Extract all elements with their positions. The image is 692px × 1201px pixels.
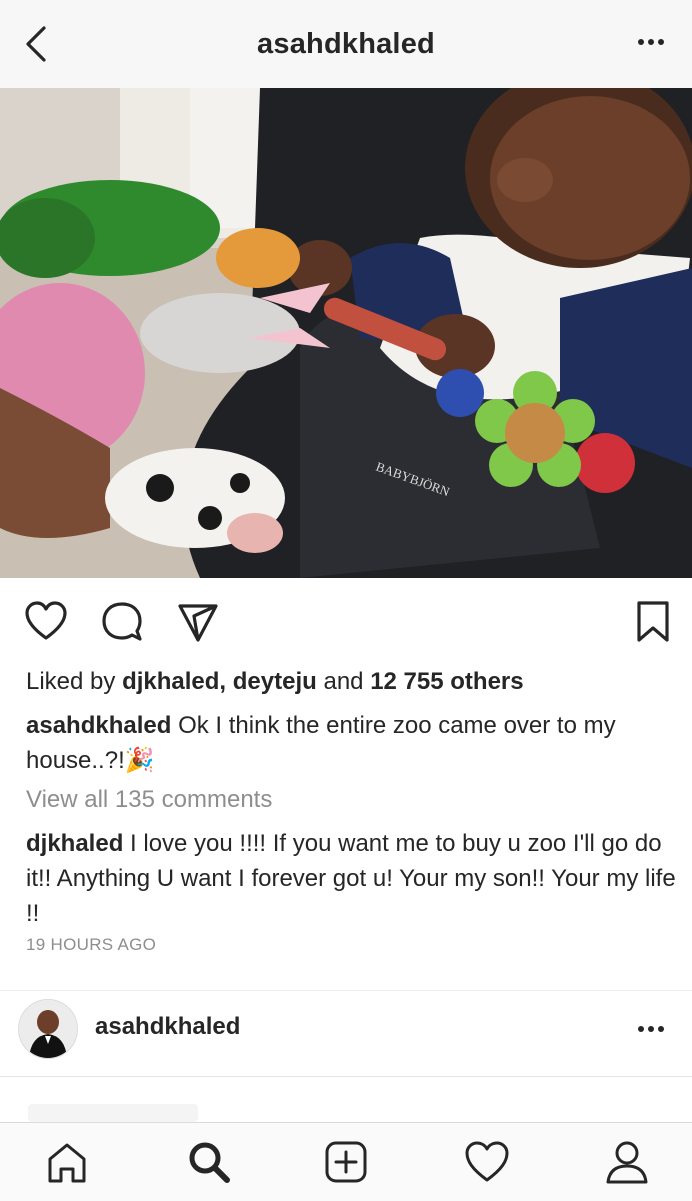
comment-icon[interactable]	[100, 600, 144, 644]
likes-summary[interactable]: Liked by djkhaled, deyteju and 12 755 ot…	[26, 668, 524, 696]
likes-and: and	[316, 668, 371, 695]
search-icon[interactable]	[184, 1137, 234, 1187]
post-caption: asahdkhaled Ok I think the entire zoo ca…	[26, 708, 666, 778]
comment-text: I love you !!!! If you want me to buy u …	[26, 830, 676, 927]
caption-username[interactable]: asahdkhaled	[26, 712, 171, 739]
likes-separator: ,	[219, 668, 233, 695]
chevron-left-icon[interactable]	[20, 24, 54, 64]
post-photo[interactable]: BABYBJÖRN	[0, 88, 692, 578]
post-action-bar	[0, 600, 692, 650]
top-navigation-bar: asahdkhaled	[0, 0, 692, 89]
comment: djkhaled I love you !!!! If you want me …	[26, 826, 676, 931]
home-icon[interactable]	[42, 1137, 92, 1187]
next-post-username[interactable]: asahdkhaled	[95, 1013, 240, 1041]
send-icon[interactable]	[176, 600, 220, 644]
next-post-header: asahdkhaled	[0, 990, 692, 1077]
likes-others-count[interactable]: 12 755 others	[370, 668, 523, 695]
bottom-tab-bar	[0, 1122, 692, 1201]
faded-next-content	[28, 1104, 198, 1122]
liker-username[interactable]: deyteju	[233, 668, 317, 695]
liker-username[interactable]: djkhaled	[122, 668, 219, 695]
add-post-icon[interactable]	[321, 1137, 371, 1187]
view-all-comments-link[interactable]: View all 135 comments	[26, 786, 272, 814]
avatar[interactable]	[18, 999, 78, 1059]
profile-icon[interactable]	[602, 1137, 652, 1187]
profile-username-title: asahdkhaled	[257, 27, 435, 60]
comment-username[interactable]: djkhaled	[26, 830, 123, 857]
heart-icon[interactable]	[24, 600, 68, 644]
bookmark-icon[interactable]	[634, 600, 672, 644]
likes-prefix: Liked by	[26, 668, 123, 695]
more-options-icon[interactable]	[636, 32, 666, 52]
divider	[0, 1076, 692, 1077]
more-options-icon[interactable]	[636, 1021, 666, 1037]
activity-heart-icon[interactable]	[462, 1137, 512, 1187]
post-timestamp: 19 HOURS AGO	[26, 935, 157, 954]
